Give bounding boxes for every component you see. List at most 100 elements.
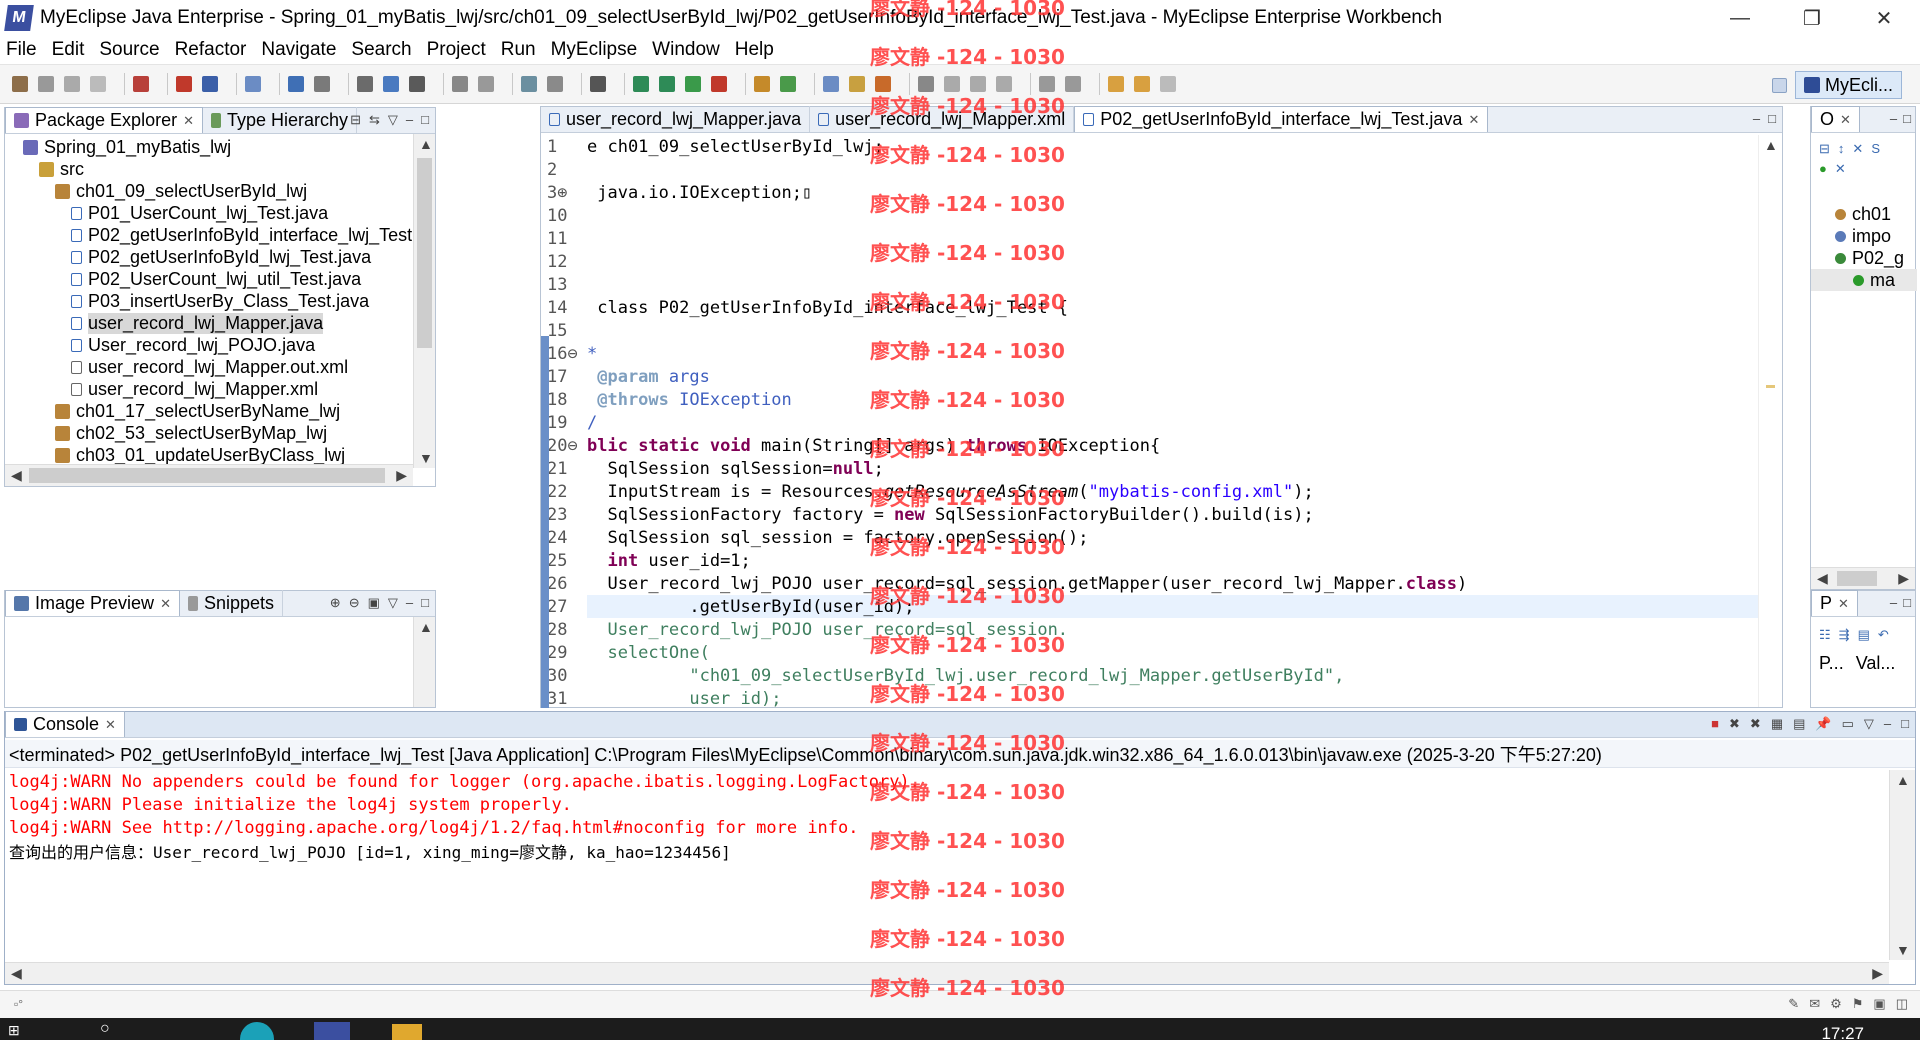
zoom-out-icon[interactable]: ⊖: [349, 595, 360, 611]
tab-properties[interactable]: P ✕: [1811, 590, 1858, 616]
status-tool-icon[interactable]: ✉: [1809, 996, 1820, 1012]
tree-item[interactable]: src: [5, 158, 413, 180]
toolbar-action-icon[interactable]: [521, 76, 537, 92]
display-console-icon[interactable]: ▭: [1842, 716, 1854, 732]
vertical-scrollbar[interactable]: ▲ ▼: [413, 134, 435, 468]
tab-type-hierarchy[interactable]: Type Hierarchy: [203, 107, 358, 133]
toolbar-action-icon[interactable]: [996, 76, 1012, 92]
tab-console[interactable]: Console ✕: [5, 711, 125, 737]
tree-item[interactable]: user_record_lwj_Mapper.java: [5, 312, 413, 334]
myeclipse-task-icon[interactable]: [314, 1022, 350, 1040]
toolbar-action-icon[interactable]: [711, 76, 727, 92]
tab-outline[interactable]: O ✕: [1811, 106, 1860, 132]
code-line[interactable]: [587, 319, 1758, 342]
code-line[interactable]: [587, 227, 1758, 250]
horizontal-scrollbar[interactable]: ◀ ▶: [1811, 567, 1915, 589]
editor-tab[interactable]: P02_getUserInfoById_interface_lwj_Test.j…: [1074, 106, 1489, 132]
minimize-view-icon[interactable]: –: [406, 112, 413, 128]
code-line[interactable]: User_record_lwj_POJO user_record=sql_ses…: [587, 618, 1758, 641]
menu-edit[interactable]: Edit: [52, 39, 85, 61]
open-perspective-icon[interactable]: [1771, 77, 1787, 93]
menu-source[interactable]: Source: [99, 39, 159, 61]
close-icon[interactable]: ✕: [105, 717, 116, 733]
status-tool-icon[interactable]: ✎: [1788, 996, 1799, 1012]
toolbar-action-icon[interactable]: [754, 76, 770, 92]
toolbar-action-icon[interactable]: [176, 76, 192, 92]
hide-local-types-icon[interactable]: ✕: [1835, 161, 1846, 177]
code-line[interactable]: blic static void main(String[] args) thr…: [587, 434, 1758, 457]
perspective-myeclipse-button[interactable]: MyEcli...: [1794, 71, 1902, 99]
close-icon[interactable]: ✕: [1838, 596, 1849, 612]
status-tool-icon[interactable]: ▣: [1873, 996, 1885, 1012]
filter-icon[interactable]: ▤: [1858, 627, 1870, 643]
tab-image-preview[interactable]: Image Preview ✕: [5, 590, 180, 616]
tree-item[interactable]: P03_insertUserBy_Class_Test.java: [5, 290, 413, 312]
categories-icon[interactable]: ☷: [1819, 627, 1831, 643]
code-line[interactable]: SqlSessionFactory factory = new SqlSessi…: [587, 503, 1758, 526]
close-icon[interactable]: ✕: [183, 113, 194, 129]
start-icon[interactable]: ⊞: [8, 1022, 20, 1039]
toolbar-action-icon[interactable]: [685, 76, 701, 92]
maximize-view-icon[interactable]: □: [1903, 595, 1911, 610]
toolbar-action-icon[interactable]: [245, 76, 261, 92]
status-tool-icon[interactable]: ⚙: [1830, 996, 1842, 1012]
outline-item[interactable]: ma: [1811, 269, 1917, 291]
maximize-view-icon[interactable]: □: [1903, 111, 1911, 126]
sort-icon[interactable]: ↕: [1838, 141, 1845, 157]
search-icon[interactable]: ○: [100, 1020, 110, 1038]
folder-task-icon[interactable]: [392, 1024, 422, 1040]
tree-item[interactable]: P02_getUserInfoById_lwj_Test.java: [5, 246, 413, 268]
toolbar-action-icon[interactable]: [38, 76, 54, 92]
view-menu-icon[interactable]: ▽: [388, 112, 398, 128]
toolbar-action-icon[interactable]: [918, 76, 934, 92]
toolbar-action-icon[interactable]: [849, 76, 865, 92]
status-tool-icon[interactable]: ◫: [1896, 996, 1908, 1012]
code-line[interactable]: user_id);: [587, 687, 1758, 708]
menu-project[interactable]: Project: [427, 39, 486, 61]
code-line[interactable]: [587, 250, 1758, 273]
fit-icon[interactable]: ▣: [368, 595, 380, 611]
code-line[interactable]: User_record_lwj_POJO user_record=sql_ses…: [587, 572, 1758, 595]
close-button[interactable]: ✕: [1848, 0, 1920, 36]
menu-refactor[interactable]: Refactor: [175, 39, 247, 61]
toolbar-action-icon[interactable]: [90, 76, 106, 92]
outline-item[interactable]: ch01: [1811, 203, 1917, 225]
hide-nonpublic-icon[interactable]: ●: [1819, 161, 1827, 177]
collapse-all-icon[interactable]: ⊟: [350, 112, 361, 128]
tree-item[interactable]: user_record_lwj_Mapper.out.xml: [5, 356, 413, 378]
toolbar-action-icon[interactable]: [970, 76, 986, 92]
toolbar-action-icon[interactable]: [1065, 76, 1081, 92]
tree-item[interactable]: Spring_01_myBatis_lwj: [5, 136, 413, 158]
tree-item[interactable]: P02_UserCount_lwj_util_Test.java: [5, 268, 413, 290]
advanced-icon[interactable]: ⇶: [1839, 627, 1850, 643]
tree-item[interactable]: ch03_01_updateUserByClass_lwj: [5, 444, 413, 466]
vertical-scrollbar[interactable]: ▲ ▼: [1889, 770, 1915, 960]
toolbar-action-icon[interactable]: [383, 76, 399, 92]
editor-tab[interactable]: user_record_lwj_Mapper.xml: [810, 106, 1075, 132]
clear-console-icon[interactable]: ▦: [1771, 716, 1783, 732]
horizontal-scrollbar[interactable]: ◀ ▶: [5, 464, 413, 486]
terminate-icon[interactable]: ■: [1711, 716, 1719, 732]
hide-fields-icon[interactable]: ✕: [1852, 141, 1863, 157]
tree-item[interactable]: user_record_lwj_Mapper.xml: [5, 378, 413, 400]
menu-navigate[interactable]: Navigate: [261, 39, 336, 61]
minimize-button[interactable]: —: [1704, 0, 1776, 36]
property-column-header[interactable]: P...: [1819, 653, 1844, 674]
minimize-view-icon[interactable]: –: [1753, 111, 1760, 126]
toolbar-action-icon[interactable]: [547, 76, 563, 92]
toolbar-action-icon[interactable]: [659, 76, 675, 92]
vertical-scrollbar[interactable]: ▲: [413, 617, 435, 707]
tree-item[interactable]: ch02_53_selectUserByMap_lwj: [5, 422, 413, 444]
minimize-view-icon[interactable]: –: [406, 595, 413, 611]
console-output[interactable]: log4j:WARN No appenders could be found f…: [5, 770, 1887, 960]
status-tool-icon[interactable]: ⚑: [1852, 996, 1864, 1012]
restore-default-icon[interactable]: ↶: [1878, 627, 1889, 643]
menu-window[interactable]: Window: [652, 39, 720, 61]
view-menu-icon[interactable]: ▽: [388, 595, 398, 611]
code-area[interactable]: e ch01_09_selectUserById_lwj; java.io.IO…: [587, 135, 1758, 707]
zoom-in-icon[interactable]: ⊕: [330, 595, 341, 611]
code-line[interactable]: .getUserById(user_id);: [587, 595, 1758, 618]
maximize-view-icon[interactable]: □: [421, 112, 429, 128]
code-line[interactable]: [587, 158, 1758, 181]
maximize-view-icon[interactable]: □: [1768, 111, 1776, 126]
